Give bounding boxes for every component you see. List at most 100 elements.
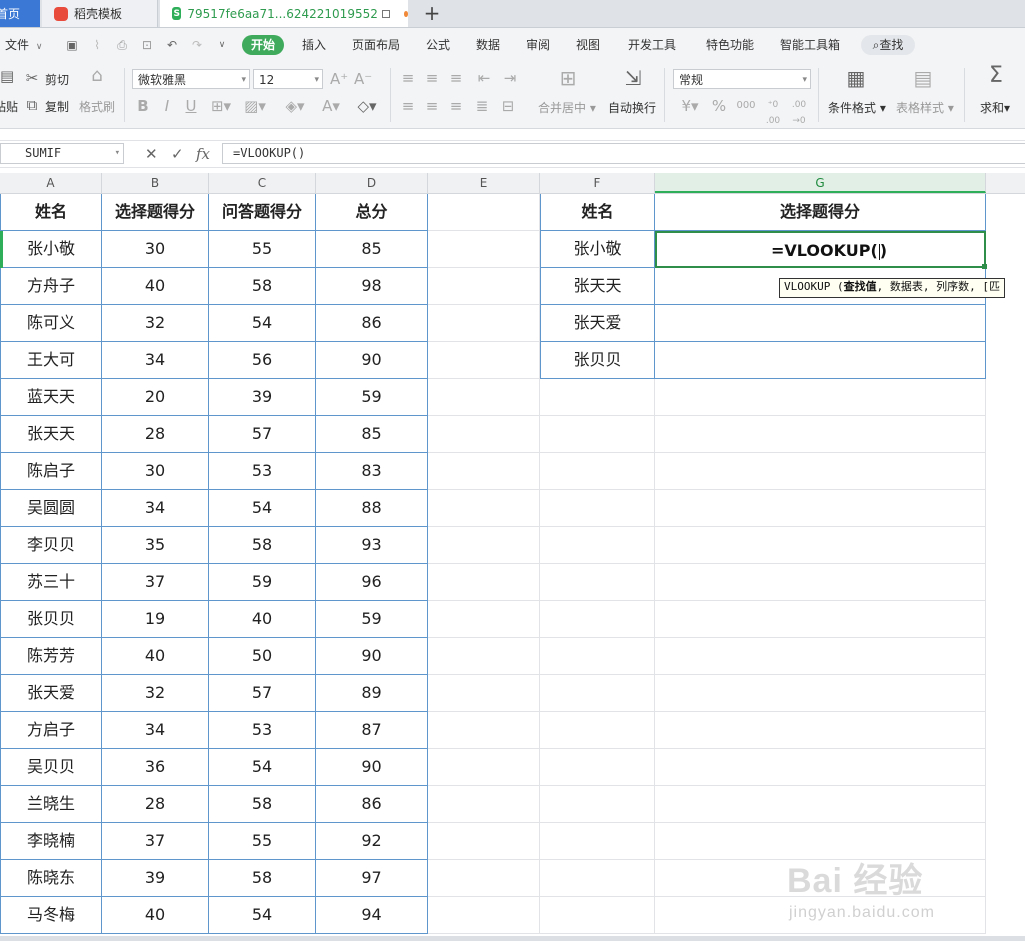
cell[interactable]: 87 <box>316 712 428 749</box>
cell[interactable]: 39 <box>102 860 209 897</box>
cell[interactable]: 89 <box>316 675 428 712</box>
copy-button[interactable]: 复制 <box>45 98 69 115</box>
cell[interactable]: 37 <box>102 823 209 860</box>
cell[interactable]: 56 <box>209 342 316 379</box>
save-icon[interactable]: ▣ <box>65 38 79 52</box>
cell[interactable] <box>428 786 540 823</box>
cell[interactable] <box>428 860 540 897</box>
cell[interactable]: 90 <box>316 749 428 786</box>
cell[interactable]: 96 <box>316 564 428 601</box>
cell[interactable] <box>655 379 986 416</box>
align-right-icon[interactable]: ≡ <box>448 98 464 114</box>
cell[interactable]: 54 <box>209 897 316 934</box>
cell[interactable]: 32 <box>102 305 209 342</box>
cell[interactable] <box>428 712 540 749</box>
cell[interactable] <box>655 675 986 712</box>
bold-icon[interactable]: B <box>136 98 150 114</box>
cell[interactable]: 兰晓生 <box>0 786 102 823</box>
cell[interactable]: 蓝天天 <box>0 379 102 416</box>
decrease-indent-icon[interactable]: ⇤ <box>476 70 492 86</box>
paste-label[interactable]: 粘贴 <box>0 98 18 115</box>
cell[interactable] <box>655 416 986 453</box>
column-title[interactable]: 姓名 <box>540 194 655 231</box>
cell[interactable] <box>540 490 655 527</box>
cell[interactable] <box>540 860 655 897</box>
font-size-select[interactable]: 12 ▾ <box>253 69 323 89</box>
cell[interactable]: 王大可 <box>0 342 102 379</box>
cell[interactable] <box>655 601 986 638</box>
cell[interactable] <box>655 860 986 897</box>
align-middle-icon[interactable]: ≡ <box>424 70 440 86</box>
menu-special-features[interactable]: 特色功能 <box>706 28 754 62</box>
menu-page-layout[interactable]: 页面布局 <box>352 28 400 62</box>
merge-center-icon[interactable]: ⊞ <box>555 68 581 88</box>
underline-icon[interactable]: U <box>184 98 198 114</box>
redo-icon[interactable]: ↷ <box>190 38 204 52</box>
sum-button[interactable]: 求和▾ <box>980 99 1010 116</box>
menu-file[interactable]: 文件 ∨ <box>5 28 42 62</box>
cell[interactable]: 34 <box>102 342 209 379</box>
undo-icon[interactable]: ↶ <box>165 38 179 52</box>
cell[interactable] <box>428 416 540 453</box>
cell[interactable]: 张贝贝 <box>0 601 102 638</box>
menu-developer[interactable]: 开发工具 <box>628 28 676 62</box>
column-header-f[interactable]: F <box>540 173 655 193</box>
cell[interactable] <box>655 749 986 786</box>
menu-smart-toolbox[interactable]: 智能工具箱 <box>780 28 840 62</box>
cell[interactable] <box>540 749 655 786</box>
cell[interactable]: 40 <box>209 601 316 638</box>
cell[interactable] <box>655 897 986 934</box>
cell[interactable]: 53 <box>209 712 316 749</box>
cancel-icon[interactable]: ✕ <box>145 144 158 164</box>
fill-color-icon[interactable]: ◈▾ <box>282 98 308 114</box>
cell[interactable] <box>428 749 540 786</box>
cell[interactable]: 李贝贝 <box>0 527 102 564</box>
cell[interactable] <box>428 823 540 860</box>
cell[interactable]: 83 <box>316 453 428 490</box>
cell[interactable]: 86 <box>316 786 428 823</box>
decrease-decimal-icon[interactable]: .00 →0 <box>790 97 808 129</box>
cell[interactable] <box>655 786 986 823</box>
cell[interactable]: 59 <box>316 379 428 416</box>
formula-input[interactable]: =VLOOKUP() <box>222 143 1025 164</box>
cell[interactable]: 92 <box>316 823 428 860</box>
copy-icon[interactable]: ⧉ <box>24 97 40 113</box>
cell[interactable]: 陈可义 <box>0 305 102 342</box>
cell[interactable] <box>655 823 986 860</box>
cell[interactable] <box>540 453 655 490</box>
border-icon[interactable]: ⊞▾ <box>210 98 232 114</box>
cell[interactable]: 陈启子 <box>0 453 102 490</box>
cell[interactable]: 98 <box>316 268 428 305</box>
cell[interactable] <box>540 601 655 638</box>
cell[interactable]: 40 <box>102 638 209 675</box>
cell[interactable] <box>655 490 986 527</box>
cell[interactable] <box>655 305 986 342</box>
cell[interactable]: 20 <box>102 379 209 416</box>
cell[interactable]: 58 <box>209 527 316 564</box>
conditional-format-icon[interactable]: ▦ <box>843 68 869 88</box>
cell[interactable] <box>540 416 655 453</box>
cell[interactable] <box>428 490 540 527</box>
cell[interactable] <box>540 675 655 712</box>
cell[interactable]: 马冬梅 <box>0 897 102 934</box>
cell[interactable]: 张贝贝 <box>540 342 655 379</box>
print-preview-icon[interactable]: ⊡ <box>140 38 154 52</box>
cell[interactable]: 53 <box>209 453 316 490</box>
cell[interactable] <box>428 342 540 379</box>
cell[interactable]: 54 <box>209 490 316 527</box>
cell[interactable] <box>540 712 655 749</box>
menu-formulas[interactable]: 公式 <box>426 28 450 62</box>
cell[interactable]: 97 <box>316 860 428 897</box>
percent-icon[interactable]: % <box>711 98 727 114</box>
paste-icon[interactable]: ▤ <box>0 68 14 84</box>
column-title[interactable]: 问答题得分 <box>209 194 316 231</box>
cell[interactable]: 陈芳芳 <box>0 638 102 675</box>
cell[interactable]: 张天爱 <box>540 305 655 342</box>
wrap-text-button[interactable]: 自动换行 <box>608 99 656 116</box>
cell[interactable]: 85 <box>316 231 428 268</box>
cell[interactable] <box>540 897 655 934</box>
cell[interactable]: 吴贝贝 <box>0 749 102 786</box>
cell[interactable]: 李晓楠 <box>0 823 102 860</box>
fill-handle[interactable] <box>982 264 987 269</box>
cell[interactable]: 58 <box>209 860 316 897</box>
